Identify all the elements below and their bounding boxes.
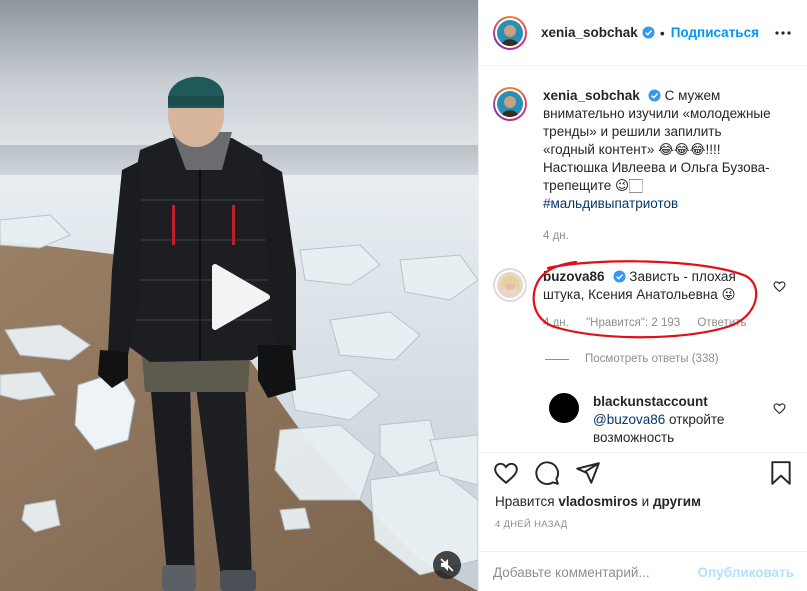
follow-button[interactable]: Подписаться <box>671 25 759 40</box>
verified-badge-icon <box>612 270 626 283</box>
caption-text: xenia_sobchak С мужем внимательно изучил… <box>543 88 771 242</box>
caption-time[interactable]: 4 дн. <box>543 230 569 242</box>
avatar[interactable] <box>493 87 527 121</box>
avatar[interactable] <box>493 268 527 302</box>
mention-link[interactable]: @buzova86 <box>593 412 665 427</box>
caption-author[interactable]: xenia_sobchak <box>543 88 640 103</box>
reply-text: blackunstaccount @buzova86 откройте возм… <box>593 394 725 445</box>
caption: xenia_sobchak С мужем внимательно изучил… <box>493 87 793 245</box>
comment-likes[interactable]: "Нравится": 2 193 <box>586 317 680 329</box>
reply-button[interactable]: Ответить <box>697 317 746 329</box>
view-replies-button[interactable]: Посмотреть ответы (338) <box>545 353 719 365</box>
heart-icon[interactable] <box>773 280 786 293</box>
play-button[interactable] <box>205 262 275 332</box>
liker-username[interactable]: vladosmiros <box>558 494 638 509</box>
post-timestamp[interactable]: 4 ДНЕЙ НАЗАД <box>495 519 568 530</box>
separator-dot: • <box>659 24 665 41</box>
mute-icon <box>440 558 454 572</box>
comment-author[interactable]: buzova86 <box>543 269 605 284</box>
avatar[interactable] <box>493 15 527 50</box>
play-icon <box>212 264 270 330</box>
reply-author[interactable]: blackunstaccount <box>593 394 708 409</box>
comment-time[interactable]: 4 дн. <box>543 317 569 329</box>
share-icon[interactable] <box>575 460 601 486</box>
heart-icon[interactable] <box>773 402 786 415</box>
likes-summary: Нравится vladosmiros и другим <box>495 494 702 509</box>
likes-others-link[interactable]: другим <box>653 494 701 509</box>
post-actions: Нравится vladosmiros и другим 4 ДНЕЙ НАЗ… <box>479 452 807 591</box>
verified-badge-icon <box>642 26 655 39</box>
comment-item: buzova86 Зависть - плохая штука, Ксения … <box>493 268 793 332</box>
comments-list[interactable]: xenia_sobchak С мужем внимательно изучил… <box>479 67 807 452</box>
comment-input[interactable] <box>493 564 698 580</box>
publish-button[interactable]: Опубликовать <box>698 565 794 580</box>
bookmark-icon[interactable] <box>768 460 794 486</box>
mute-button[interactable] <box>433 551 461 579</box>
hashtag-link[interactable]: #мальдивыпатриотов <box>543 196 678 211</box>
heart-icon[interactable] <box>493 460 519 486</box>
more-options-icon[interactable] <box>774 24 792 42</box>
post-media[interactable] <box>0 0 478 591</box>
post-header: xenia_sobchak • Подписаться <box>479 0 807 66</box>
reply-item: blackunstaccount @buzova86 откройте возм… <box>549 393 789 447</box>
avatar[interactable] <box>549 393 579 423</box>
add-comment-bar: Опубликовать <box>479 551 807 591</box>
comment-text: buzova86 Зависть - плохая штука, Ксения … <box>543 269 747 329</box>
post-author[interactable]: xenia_sobchak <box>541 25 638 40</box>
post-panel: xenia_sobchak • Подписаться xenia_sobcha… <box>478 0 807 591</box>
comment-icon[interactable] <box>534 460 560 486</box>
verified-badge-icon <box>648 89 661 102</box>
